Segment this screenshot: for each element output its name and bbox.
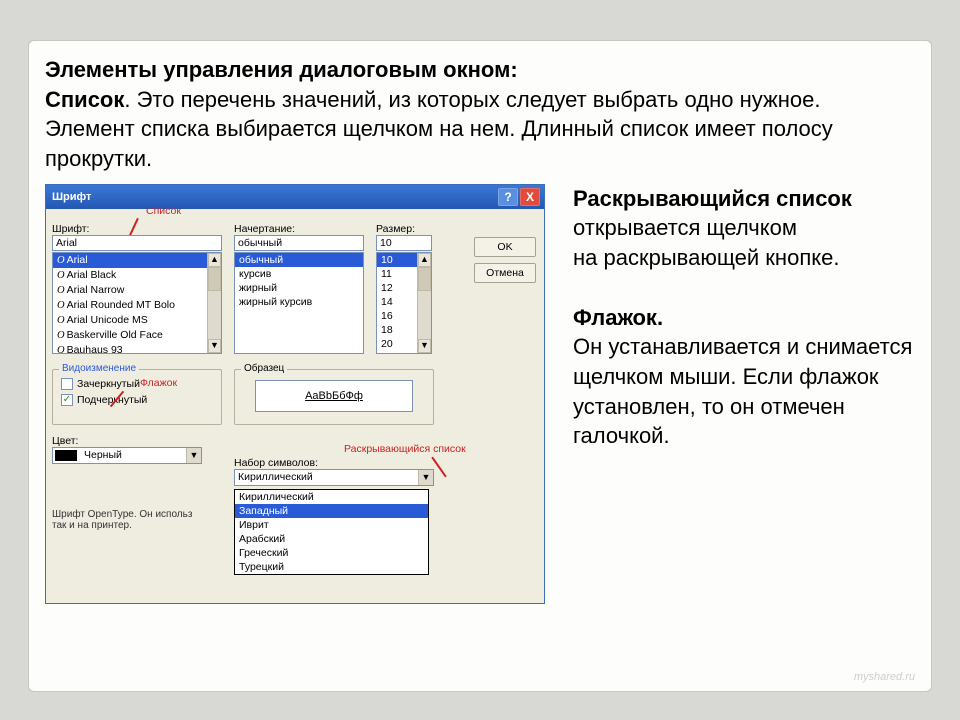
dialog-screenshot: Шрифт ? X Список Шрифт: Arial OArial (45, 184, 555, 614)
dropdown-item[interactable]: Греческий (235, 546, 428, 560)
charset-dropdown-list[interactable]: Кириллический Западный Иврит Арабский Гр… (234, 489, 429, 575)
headline-rest: . Это перечень значений, из которых след… (45, 87, 833, 171)
style-input[interactable]: обычный (234, 235, 364, 251)
list-item: OArial (53, 253, 221, 268)
checkbox-icon (61, 394, 73, 406)
list-item: жирный (235, 281, 363, 295)
size-listbox[interactable]: 10 11 12 14 16 18 20 ▲ ▼ (376, 252, 432, 354)
strikethrough-checkbox[interactable]: Зачеркнутый (61, 378, 213, 390)
dropdown-item[interactable]: Кириллический (235, 490, 428, 504)
font-listbox[interactable]: OArial OArial Black OArial Narrow OArial… (52, 252, 222, 354)
side-p1-line2: на раскрывающей кнопке. (573, 245, 839, 270)
scroll-down-button[interactable]: ▼ (418, 339, 431, 353)
label-size: Размер: (376, 223, 432, 235)
label-charset: Набор символов: (234, 457, 434, 469)
chevron-down-icon[interactable]: ▼ (186, 448, 201, 463)
underline-checkbox[interactable]: Подчеркнутый (61, 394, 213, 406)
dropdown-item[interactable]: Западный (235, 504, 428, 518)
headline-lead: Список (45, 87, 124, 112)
font-input[interactable]: Arial (52, 235, 222, 251)
headline-title: Элементы управления диалоговым окном: (45, 57, 518, 82)
scroll-down-button[interactable]: ▼ (208, 339, 221, 353)
label-sample: Образец (241, 363, 287, 374)
headline-block: Элементы управления диалоговым окном: Сп… (45, 55, 915, 174)
color-combo[interactable]: Черный ▼ (52, 447, 202, 464)
scroll-up-button[interactable]: ▲ (208, 253, 221, 267)
side-p2-rest: Он устанавливается и снимается щелчком м… (573, 334, 912, 448)
dropdown-item[interactable]: Иврит (235, 518, 428, 532)
list-item: обычный (235, 253, 363, 267)
side-p1-bold: Раскрывающийся список (573, 186, 852, 211)
titlebar-title: Шрифт (52, 191, 91, 203)
size-input[interactable]: 10 (376, 235, 432, 251)
charset-combo[interactable]: Кириллический ▼ (234, 469, 434, 486)
label-effects: Видоизменение (59, 363, 139, 374)
effects-group: Видоизменение Зачеркнутый Подчеркнутый (52, 369, 222, 425)
titlebar[interactable]: Шрифт ? X (46, 185, 544, 209)
style-listbox[interactable]: обычный курсив жирный жирный курсив (234, 252, 364, 354)
label-font: Шрифт: (52, 223, 222, 235)
scroll-thumb[interactable] (208, 267, 221, 291)
annotation-list: Список (146, 205, 181, 217)
sample-preview: AaBbБбФф (255, 380, 413, 412)
scroll-up-button[interactable]: ▲ (418, 253, 431, 267)
label-style: Начертание: (234, 223, 364, 235)
list-item: OBauhaus 93 (53, 343, 221, 354)
side-p2-bold: Флажок. (573, 305, 663, 330)
scroll-thumb[interactable] (418, 267, 431, 291)
color-swatch-icon (55, 450, 77, 461)
scrollbar[interactable]: ▲ ▼ (417, 253, 431, 353)
close-button[interactable]: X (520, 188, 540, 206)
scrollbar[interactable]: ▲ ▼ (207, 253, 221, 353)
dropdown-item[interactable]: Арабский (235, 532, 428, 546)
checkbox-icon (61, 378, 73, 390)
list-item: курсив (235, 267, 363, 281)
side-text: Раскрывающийся список открывается щелчко… (573, 184, 915, 614)
cancel-button[interactable]: Отмена (474, 263, 536, 283)
list-item: OArial Narrow (53, 283, 221, 298)
watermark: myshared.ru (854, 671, 915, 683)
list-item: OBaskerville Old Face (53, 328, 221, 343)
sample-group: Образец AaBbБбФф (234, 369, 434, 425)
list-item: OArial Black (53, 268, 221, 283)
slide-card: Элементы управления диалоговым окном: Сп… (28, 40, 932, 692)
label-color: Цвет: (52, 435, 202, 447)
annotation-flag: Флажок (140, 377, 177, 389)
annotation-drop: Раскрывающийся список (344, 443, 466, 455)
ok-button[interactable]: OK (474, 237, 536, 257)
list-item: OArial Rounded MT Bolo (53, 298, 221, 313)
help-button[interactable]: ? (498, 188, 518, 206)
font-dialog: Шрифт ? X Список Шрифт: Arial OArial (45, 184, 545, 604)
chevron-down-icon[interactable]: ▼ (418, 470, 433, 485)
side-p1-rest: открывается щелчком (573, 215, 797, 240)
list-item: жирный курсив (235, 295, 363, 309)
list-item: OArial Unicode MS (53, 313, 221, 328)
dropdown-item[interactable]: Турецкий (235, 560, 428, 574)
hint-text: Шрифт OpenType. Он использ так и на прин… (52, 509, 222, 531)
